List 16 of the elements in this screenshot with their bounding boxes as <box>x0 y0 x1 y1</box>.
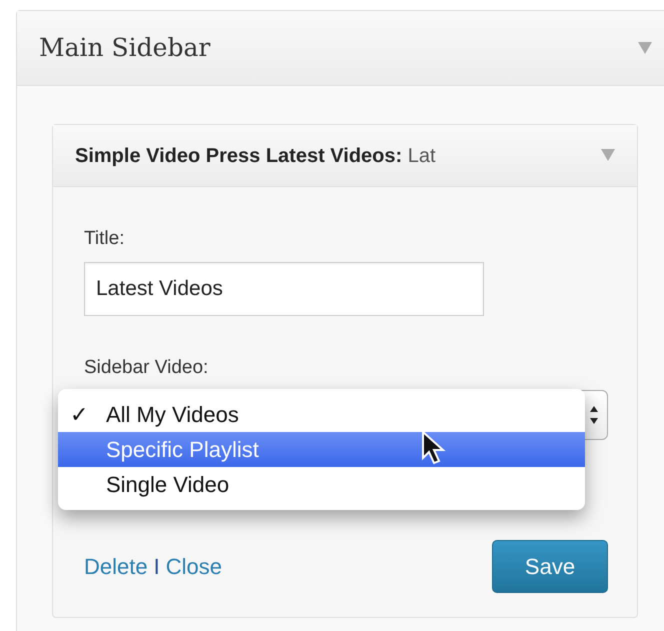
sidebar-title: Main Sidebar <box>39 32 210 64</box>
mouse-pointer-icon <box>421 430 447 466</box>
widget-title: Simple Video Press Latest Videos: Lat <box>75 144 436 168</box>
collapse-arrow-icon[interactable] <box>638 42 652 54</box>
field-label: Sidebar Video: <box>84 356 210 380</box>
title-input[interactable]: Latest Videos <box>84 262 484 316</box>
close-link[interactable]: Close <box>166 554 222 579</box>
checkmark-icon: ✓ <box>70 398 88 431</box>
menu-item[interactable]: Specific Playlist <box>58 432 585 467</box>
menu-item[interactable]: ✓ All My Videos <box>58 397 585 432</box>
delete-link[interactable]: Delete <box>84 554 148 579</box>
save-button[interactable]: Save <box>492 540 608 593</box>
link-separator: I <box>154 554 160 579</box>
collapse-arrow-icon[interactable] <box>601 149 615 162</box>
menu-item[interactable]: Single Video <box>58 467 585 502</box>
field-label: Title: <box>84 227 126 251</box>
